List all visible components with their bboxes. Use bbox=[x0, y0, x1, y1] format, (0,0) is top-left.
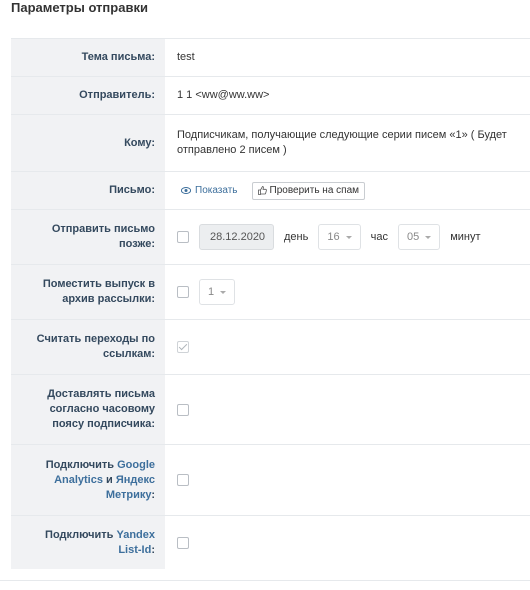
analytics-row: Подключить Google Analytics и Яндекс Мет… bbox=[11, 444, 530, 515]
archive-checkbox[interactable] bbox=[177, 286, 189, 298]
send-settings-form: Тема письма: test Отправитель: 1 1 <ww@w… bbox=[11, 38, 530, 569]
sender-label: Отправитель: bbox=[11, 77, 165, 114]
timezone-checkbox[interactable] bbox=[177, 403, 189, 416]
analytics-label: Подключить Google Analytics и Яндекс Мет… bbox=[11, 445, 165, 515]
send-later-label: Отправить письмо позже: bbox=[11, 210, 165, 264]
analytics-label-colon: : bbox=[151, 488, 155, 501]
chevron-down-icon bbox=[345, 235, 352, 239]
track-clicks-checkbox[interactable] bbox=[177, 341, 189, 353]
subject-row: Тема письма: test bbox=[11, 38, 530, 76]
archive-row: Поместить выпуск в архив рассылки: 1 bbox=[11, 264, 530, 319]
analytics-control bbox=[165, 445, 530, 515]
list-id-row: Подключить Yandex List-Id: bbox=[11, 515, 530, 569]
subject-label: Тема письма: bbox=[11, 39, 165, 76]
recipients-row: Кому: Подписчикам, получающие следующие … bbox=[11, 114, 530, 171]
show-letter-link[interactable]: Показать bbox=[181, 183, 238, 198]
letter-row: Письмо: Показать Проверить на спам bbox=[11, 171, 530, 209]
minute-select[interactable]: 05 bbox=[397, 224, 441, 250]
send-date-input[interactable]: 28.12.2020 bbox=[199, 224, 274, 250]
page-title: Параметры отправки bbox=[11, 0, 148, 15]
track-clicks-control bbox=[165, 320, 530, 374]
subject-value: test bbox=[177, 51, 195, 63]
issue-select[interactable]: 1 bbox=[199, 279, 236, 305]
send-later-checkbox[interactable] bbox=[177, 231, 189, 243]
track-clicks-label: Считать переходы по ссылкам: bbox=[11, 320, 165, 374]
recipients-label: Кому: bbox=[11, 115, 165, 171]
letter-actions: Показать Проверить на спам bbox=[165, 172, 530, 209]
track-clicks-row: Считать переходы по ссылкам: bbox=[11, 319, 530, 374]
form-bottom-divider bbox=[0, 580, 530, 581]
list-id-checkbox[interactable] bbox=[177, 536, 189, 549]
list-id-label-text: Подключить bbox=[45, 528, 117, 541]
sender-row: Отправитель: 1 1 <ww@ww.ww> bbox=[11, 76, 530, 114]
yandex-list-id-link[interactable]: Yandex List-Id bbox=[116, 529, 155, 556]
thumbs-up-icon bbox=[257, 186, 267, 195]
sender-value: 1 1 <ww@ww.ww> bbox=[177, 89, 270, 101]
day-word: день bbox=[284, 230, 309, 243]
analytics-label-and: и bbox=[102, 473, 116, 486]
minute-value: 05 bbox=[406, 230, 420, 243]
timezone-control bbox=[165, 375, 530, 444]
minute-word: минут bbox=[450, 230, 481, 243]
timezone-row: Доставлять письма согласно часовому пояс… bbox=[11, 374, 530, 444]
issue-value: 1 bbox=[208, 285, 215, 298]
chevron-down-icon bbox=[220, 290, 227, 294]
analytics-checkbox[interactable] bbox=[177, 474, 189, 486]
spam-check-label: Проверить на спам bbox=[269, 185, 360, 196]
letter-label: Письмо: bbox=[11, 172, 165, 209]
eye-icon bbox=[181, 187, 191, 194]
show-letter-label: Показать bbox=[195, 185, 238, 196]
list-id-label: Подключить Yandex List-Id: bbox=[11, 516, 165, 569]
archive-controls: 1 bbox=[165, 265, 530, 319]
analytics-label-text: Подключить bbox=[45, 458, 118, 471]
list-id-label-colon: : bbox=[151, 543, 155, 556]
hour-word: час bbox=[370, 230, 388, 243]
chevron-down-icon bbox=[425, 235, 432, 239]
recipients-value: Подписчикам, получающие следующие серии … bbox=[177, 129, 507, 156]
hour-select[interactable]: 16 bbox=[318, 224, 361, 250]
list-id-control bbox=[165, 516, 530, 569]
archive-label: Поместить выпуск в архив рассылки: bbox=[11, 265, 165, 319]
hour-value: 16 bbox=[327, 230, 340, 243]
send-later-row: Отправить письмо позже: 28.12.2020 день … bbox=[11, 209, 530, 264]
spam-check-button[interactable]: Проверить на спам bbox=[251, 181, 366, 200]
send-later-controls: 28.12.2020 день 16 час 05 минут bbox=[165, 210, 530, 264]
timezone-label: Доставлять письма согласно часовому пояс… bbox=[11, 375, 165, 444]
